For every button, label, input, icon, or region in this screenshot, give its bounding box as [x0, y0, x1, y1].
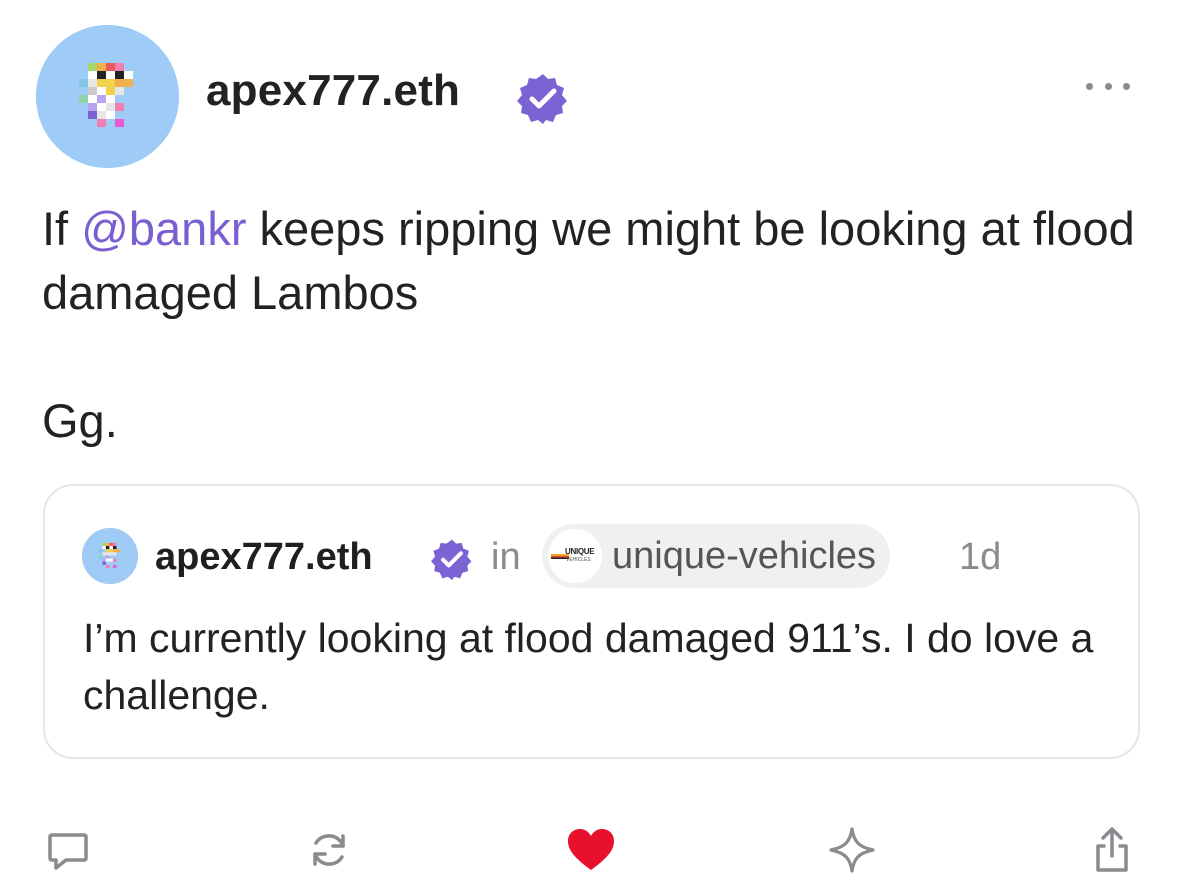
author-avatar[interactable] [36, 25, 179, 168]
author-username[interactable]: apex777.eth [206, 66, 460, 116]
mention-link[interactable]: @bankr [81, 202, 246, 255]
pixel-avatar-icon [82, 528, 138, 584]
share-button[interactable] [1088, 826, 1136, 874]
channel-logo: UNIQUE VEHICLES [548, 529, 602, 583]
sparkle-icon [829, 827, 875, 873]
recast-icon [313, 834, 345, 866]
like-button[interactable] [566, 826, 616, 874]
verified-badge-icon [517, 74, 567, 124]
in-label: in [491, 536, 521, 578]
channel-logo-text: UNIQUE [565, 547, 595, 556]
quoted-author-username[interactable]: apex777.eth [155, 536, 373, 579]
quoted-author-avatar[interactable] [82, 528, 138, 584]
quoted-cast-text: I’m currently looking at flood damaged 9… [83, 615, 1094, 718]
dot [1104, 82, 1112, 90]
more-options-button[interactable] [1086, 78, 1130, 94]
text-segment: If [42, 202, 82, 255]
verified-badge-icon [431, 539, 472, 580]
dot [1086, 82, 1093, 90]
cast-post: apex777.eth If @bankr keeps ripping we m… [0, 0, 1179, 892]
channel-name: unique-vehicles [612, 534, 877, 577]
post-paragraph: Gg. [42, 394, 118, 447]
heart-icon [568, 829, 614, 870]
comment-icon [48, 833, 88, 870]
channel-link[interactable]: UNIQUE VEHICLES unique-vehicles [542, 524, 891, 588]
pixel-avatar-icon [36, 25, 179, 168]
reply-button[interactable] [44, 826, 92, 874]
post-body: If @bankr keeps ripping we might be look… [42, 197, 1142, 453]
recast-button[interactable] [305, 826, 353, 874]
channel-logo-subtext: VEHICLES [566, 557, 591, 563]
bookmark-button[interactable] [827, 826, 877, 874]
timestamp: 1d [959, 536, 1002, 578]
post-paragraph: If @bankr keeps ripping we might be look… [42, 197, 1142, 325]
share-icon [1096, 827, 1128, 872]
quoted-cast-card[interactable]: apex777.eth in UNIQUE VEHICLES unique-ve… [43, 484, 1140, 759]
dot [1123, 82, 1130, 90]
